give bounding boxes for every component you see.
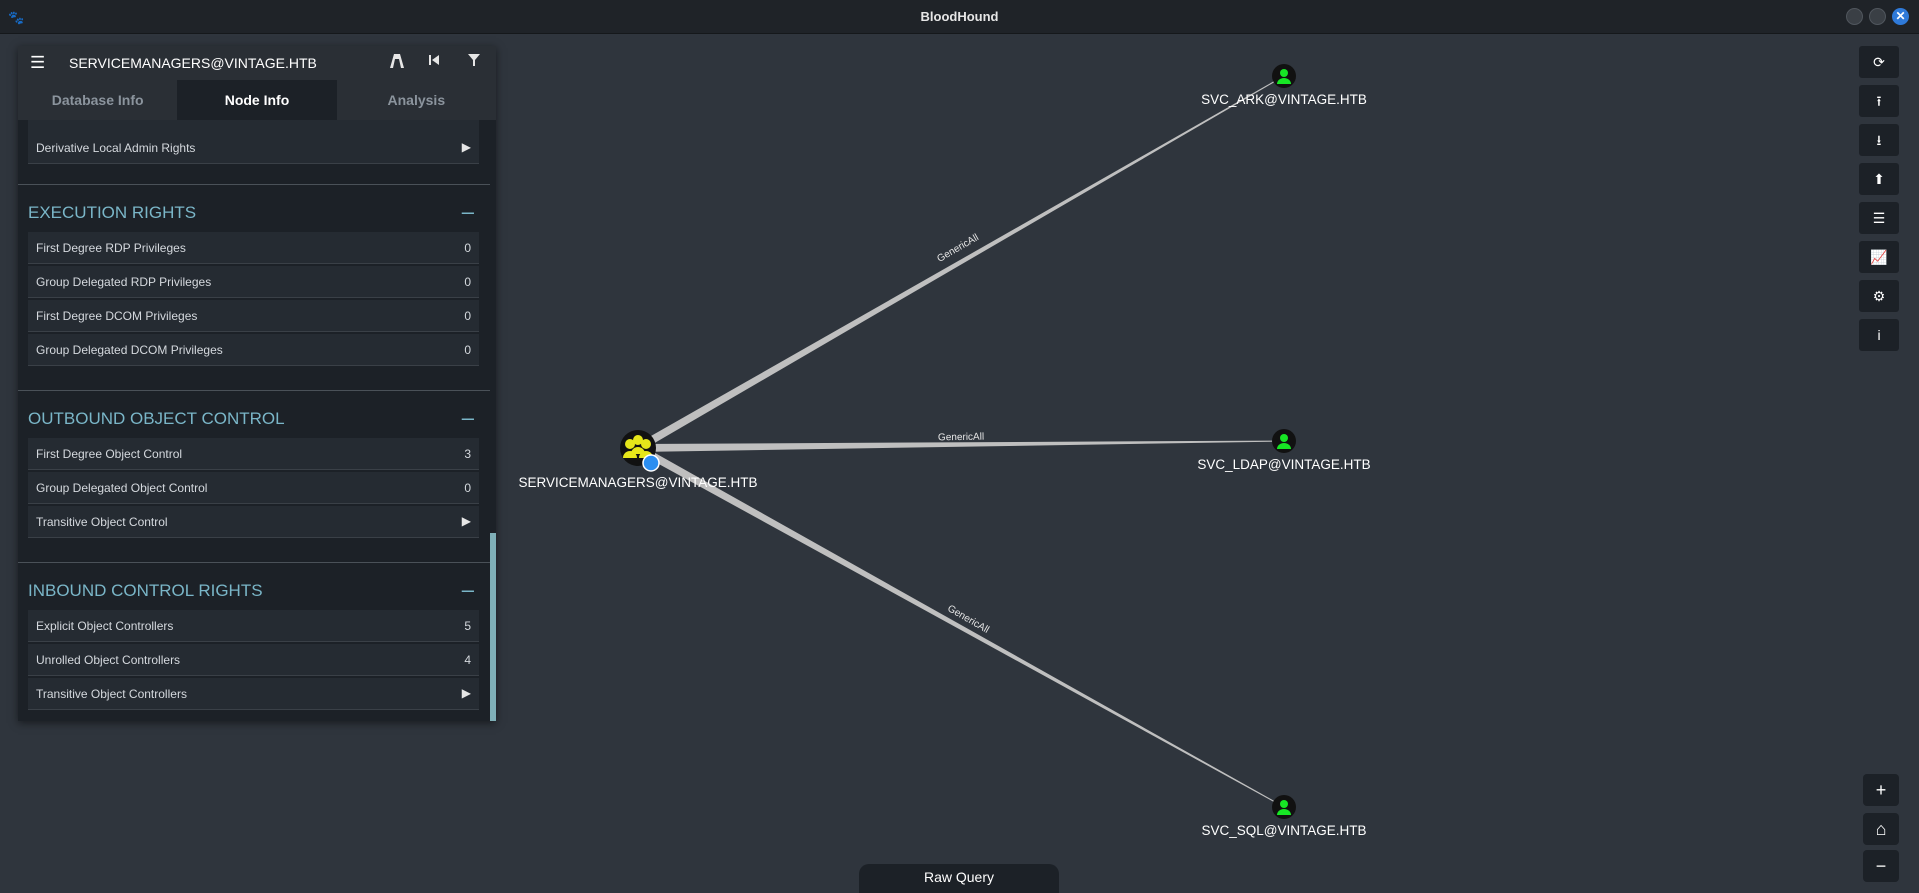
- list-item[interactable]: Explicit Object Controllers 5: [28, 610, 479, 642]
- list-item[interactable]: Group Delegated Object Control 0: [28, 472, 479, 504]
- user-node[interactable]: [1272, 795, 1296, 819]
- menu-icon[interactable]: ☰: [30, 53, 45, 73]
- list-item[interactable]: Transitive Object Control ▶: [28, 506, 479, 538]
- pin-icon: [642, 454, 660, 472]
- section-title: EXECUTION RIGHTS: [28, 203, 197, 222]
- row-label: First Degree DCOM Privileges: [36, 309, 198, 323]
- import-icon: ⬆: [1873, 171, 1885, 187]
- edge-label: GenericAll: [937, 431, 985, 444]
- pathfinding-icon[interactable]: [387, 53, 407, 73]
- list-item[interactable]: Unrolled Object Controllers 4: [28, 644, 479, 676]
- list-item[interactable]: Group Delegated DCOM Privileges 0: [28, 334, 479, 366]
- scrollbar-thumb[interactable]: [490, 533, 496, 721]
- list-item[interactable]: First Degree RDP Privileges 0: [28, 232, 479, 264]
- row-label: Derivative Local Admin Rights: [36, 141, 196, 155]
- divider: [18, 562, 490, 563]
- list-item[interactable]: Group Delegated RDP Privileges 0: [28, 266, 479, 298]
- section-header-execution-rights[interactable]: EXECUTION RIGHTS –: [28, 199, 479, 229]
- row-label: Transitive Object Control: [36, 515, 168, 529]
- selected-node-title: SERVICEMANAGERS@VINTAGE.HTB: [69, 55, 317, 71]
- row-value[interactable]: 0: [464, 309, 471, 323]
- panel-header: ☰ SERVICEMANAGERS@VINTAGE.HTB: [18, 46, 496, 80]
- back-icon[interactable]: [424, 53, 444, 71]
- user-node[interactable]: [1272, 64, 1296, 88]
- row-label: Explicit Object Controllers: [36, 619, 174, 633]
- row-value[interactable]: 0: [464, 481, 471, 495]
- section-header-inbound-control-rights[interactable]: INBOUND CONTROL RIGHTS –: [28, 577, 479, 607]
- row-value[interactable]: 0: [464, 343, 471, 357]
- row-value[interactable]: 4: [464, 653, 471, 667]
- list-item[interactable]: First Degree Object Control 3: [28, 438, 479, 470]
- info-button[interactable]: i: [1859, 319, 1899, 351]
- collapse-icon[interactable]: –: [462, 405, 474, 431]
- queries-button[interactable]: ☰: [1859, 202, 1899, 234]
- section-title: OUTBOUND OBJECT CONTROL: [28, 409, 285, 428]
- upload-button[interactable]: ⭱: [1859, 85, 1899, 117]
- filter-icon[interactable]: [464, 53, 484, 71]
- list-item[interactable]: Derivative Local Admin Rights ▶: [28, 132, 479, 164]
- node-info-panel: ☰ SERVICEMANAGERS@VINTAGE.HTB Database I…: [18, 46, 496, 721]
- list-item[interactable]: [28, 120, 479, 132]
- row-label: First Degree RDP Privileges: [36, 241, 186, 255]
- row-value[interactable]: 5: [464, 619, 471, 633]
- expand-arrow-icon[interactable]: ▶: [462, 686, 471, 700]
- section-title: INBOUND CONTROL RIGHTS: [28, 581, 263, 600]
- row-label: Group Delegated DCOM Privileges: [36, 343, 223, 357]
- import-button[interactable]: ⬆: [1859, 163, 1899, 195]
- upload-icon: ⭱: [1876, 93, 1882, 109]
- graph-edge[interactable]: [636, 444, 1285, 808]
- row-label: Transitive Object Controllers: [36, 687, 187, 701]
- raw-query-button[interactable]: Raw Query: [859, 864, 1059, 893]
- row-value[interactable]: 0: [464, 241, 471, 255]
- node-label[interactable]: SVC_LDAP@VINTAGE.HTB: [1197, 457, 1370, 472]
- list-item[interactable]: First Degree DCOM Privileges 0: [28, 300, 479, 332]
- refresh-icon: ⟳: [1873, 54, 1885, 70]
- settings-button[interactable]: ⚙: [1859, 280, 1899, 312]
- row-label: Unrolled Object Controllers: [36, 653, 181, 667]
- node-label[interactable]: SVC_ARK@VINTAGE.HTB: [1201, 92, 1367, 107]
- node-label[interactable]: SVC_SQL@VINTAGE.HTB: [1202, 823, 1367, 838]
- row-value[interactable]: 0: [464, 275, 471, 289]
- expand-arrow-icon[interactable]: ▶: [462, 514, 471, 528]
- tab-node-info[interactable]: Node Info: [177, 80, 337, 120]
- panel-tabs: Database Info Node Info Analysis: [18, 80, 496, 120]
- home-button[interactable]: ⌂: [1863, 813, 1899, 845]
- panel-body: Derivative Local Admin Rights ▶ EXECUTIO…: [18, 120, 496, 721]
- stats-button[interactable]: 📈: [1859, 241, 1899, 273]
- node-label[interactable]: SERVICEMANAGERS@VINTAGE.HTB: [519, 475, 758, 490]
- download-icon: ⭳: [1876, 132, 1882, 148]
- info-icon: i: [1877, 327, 1881, 343]
- row-label: Group Delegated Object Control: [36, 481, 208, 495]
- stats-icon: 📈: [1870, 249, 1888, 265]
- row-label: Group Delegated RDP Privileges: [36, 275, 212, 289]
- collapse-icon[interactable]: –: [462, 199, 474, 225]
- graph-edge[interactable]: [636, 75, 1285, 452]
- zoom-out-button[interactable]: −: [1863, 850, 1899, 882]
- tab-analysis[interactable]: Analysis: [337, 80, 496, 120]
- expand-arrow-icon[interactable]: ▶: [462, 140, 471, 154]
- section-header-outbound-object-control[interactable]: OUTBOUND OBJECT CONTROL –: [28, 405, 479, 435]
- divider: [18, 184, 490, 185]
- queries-icon: ☰: [1872, 210, 1886, 226]
- zoom-in-button[interactable]: +: [1863, 774, 1899, 806]
- divider: [18, 390, 490, 391]
- row-label: First Degree Object Control: [36, 447, 183, 461]
- list-item[interactable]: Transitive Object Controllers ▶: [28, 678, 479, 710]
- user-node[interactable]: [1272, 429, 1296, 453]
- collapse-icon[interactable]: –: [462, 577, 474, 603]
- tab-database-info[interactable]: Database Info: [18, 80, 177, 120]
- scrollbar[interactable]: [490, 120, 496, 721]
- refresh-button[interactable]: ⟳: [1859, 46, 1899, 78]
- settings-icon: ⚙: [1872, 288, 1886, 304]
- row-value[interactable]: 3: [464, 447, 471, 461]
- download-button[interactable]: ⭳: [1859, 124, 1899, 156]
